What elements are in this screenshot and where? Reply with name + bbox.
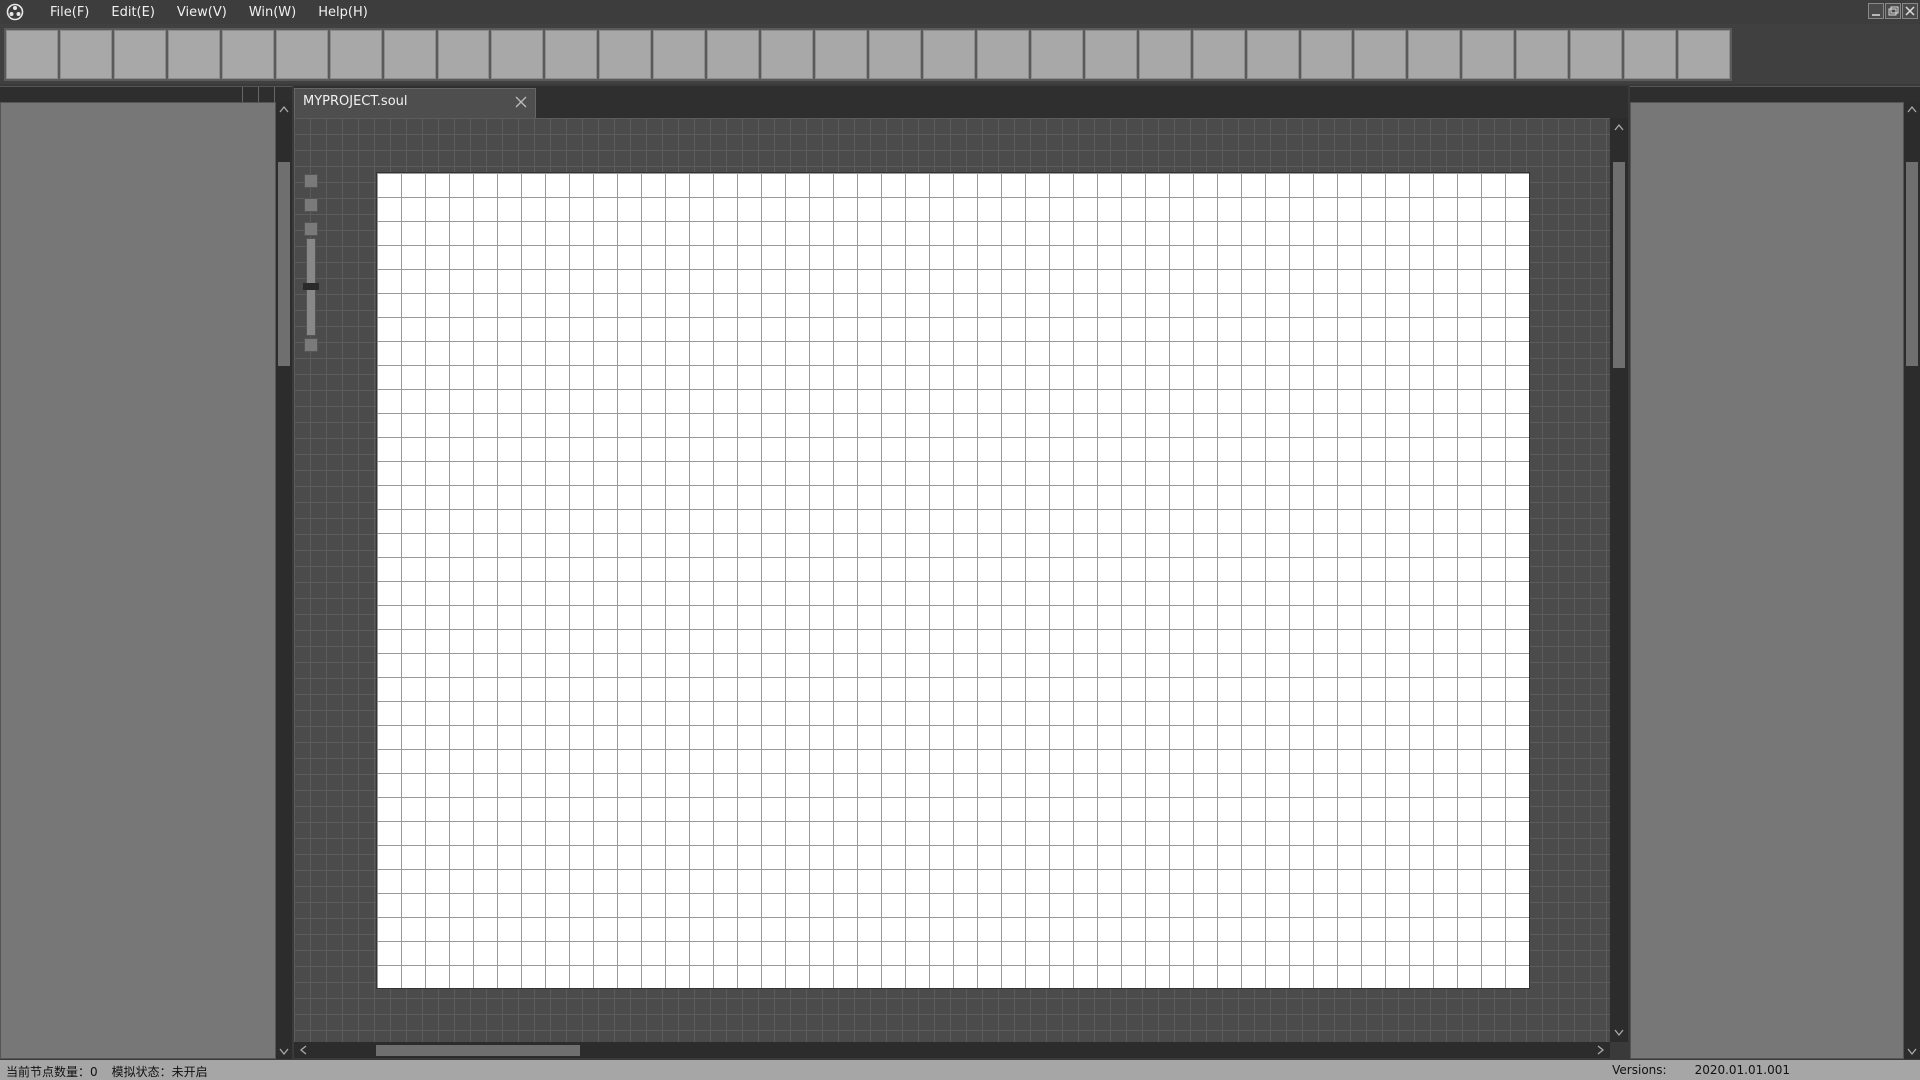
canvas-hscroll-thumb[interactable] [376, 1045, 580, 1056]
toolbar-button[interactable] [1570, 30, 1623, 79]
menu-edit[interactable]: Edit(E) [111, 5, 155, 20]
zoom-button[interactable] [304, 174, 318, 188]
close-tab-icon[interactable] [513, 94, 529, 110]
zoom-in-button[interactable] [304, 222, 318, 236]
toolbar-button[interactable] [59, 30, 112, 79]
minimize-icon[interactable] [1868, 3, 1884, 19]
toolbar-button[interactable] [383, 30, 436, 79]
main-menu: File(F) Edit(E) View(V) Win(W) Help(H) [50, 0, 390, 24]
chevron-up-icon[interactable] [1904, 102, 1920, 116]
status-bar: 当前节点数量：0 模拟状态：未开启 Versions: 2020.01.01.0… [0, 1060, 1920, 1080]
toolbar-button[interactable] [707, 30, 760, 79]
toolbar-button[interactable] [976, 30, 1029, 79]
toolbar-button[interactable] [761, 30, 814, 79]
toolbar-button[interactable] [167, 30, 220, 79]
menu-win[interactable]: Win(W) [249, 5, 296, 20]
toolbar-button[interactable] [221, 30, 274, 79]
chevron-down-icon[interactable] [276, 1045, 292, 1059]
zoom-out-button[interactable] [304, 338, 318, 352]
toolbar-button[interactable] [437, 30, 490, 79]
versions-value: 2020.01.01.001 [1694, 1063, 1790, 1077]
chevron-up-icon[interactable] [276, 102, 292, 116]
right-scroll-thumb[interactable] [1906, 162, 1918, 366]
close-icon[interactable] [1902, 3, 1918, 19]
chevron-down-icon[interactable] [1904, 1045, 1920, 1059]
simulation-status: 模拟状态：未开启 [111, 1065, 208, 1079]
right-panel-header [1630, 86, 1920, 103]
restore-icon[interactable] [1885, 3, 1901, 19]
canvas-horizontal-scrollbar[interactable] [294, 1042, 1610, 1058]
toolbar-button[interactable] [1138, 30, 1191, 79]
toolbar-button[interactable] [1030, 30, 1083, 79]
toolbar-button[interactable] [1678, 30, 1730, 79]
toolbar-button[interactable] [275, 30, 328, 79]
tab-document[interactable]: MYPROJECT.soul [294, 88, 536, 118]
toolbar-button[interactable] [599, 30, 652, 79]
toolbar-button[interactable] [113, 30, 166, 79]
node-count-status: 当前节点数量：0 [6, 1065, 98, 1079]
toolbar-button[interactable] [491, 30, 544, 79]
window-controls [1868, 3, 1918, 19]
toolbar-button[interactable] [869, 30, 921, 79]
left-panel-header [0, 86, 292, 103]
header-divider [258, 87, 259, 103]
right-panel [1630, 102, 1904, 1059]
toolbar-button[interactable] [815, 30, 867, 79]
toolbar-button[interactable] [1408, 30, 1461, 79]
toolbar-button[interactable] [1084, 30, 1137, 79]
toolbar-button[interactable] [545, 30, 598, 79]
toolbar-button[interactable] [1624, 30, 1677, 79]
status-left-group: 当前节点数量：0 模拟状态：未开启 [6, 1063, 208, 1080]
menu-view[interactable]: View(V) [177, 5, 227, 20]
chevron-down-icon[interactable] [1611, 1026, 1627, 1040]
canvas-page[interactable] [376, 172, 1530, 989]
menu-help[interactable]: Help(H) [318, 5, 368, 20]
toolbar-button[interactable] [6, 30, 58, 79]
canvas-vscroll-thumb[interactable] [1613, 162, 1625, 368]
toolbar-button[interactable] [1462, 30, 1515, 79]
toolbar-button[interactable] [922, 30, 975, 79]
toolbar-button[interactable] [1246, 30, 1299, 79]
header-divider [242, 87, 243, 103]
tab-document-label: MYPROJECT.soul [303, 94, 408, 109]
left-scroll-thumb[interactable] [278, 162, 290, 366]
toolbar-button[interactable] [1300, 30, 1353, 79]
toolbar-button[interactable] [1192, 30, 1245, 79]
chevron-left-icon[interactable] [296, 1043, 310, 1057]
left-panel [0, 102, 276, 1059]
toolbar-button[interactable] [329, 30, 382, 79]
menu-file[interactable]: File(F) [50, 5, 89, 20]
toolbar-button[interactable] [1354, 30, 1407, 79]
header-divider [274, 87, 275, 103]
chevron-up-icon[interactable] [1611, 120, 1627, 134]
app-logo-icon [6, 3, 24, 21]
left-panel-scrollbar[interactable] [276, 102, 292, 1059]
status-right-group: Versions: 2020.01.01.001 [1612, 1063, 1790, 1077]
right-panel-scrollbar[interactable] [1904, 102, 1920, 1059]
zoom-slider-handle[interactable] [303, 283, 319, 290]
canvas-vertical-scrollbar[interactable] [1610, 118, 1628, 1042]
toolbar-button[interactable] [653, 30, 706, 79]
toolbar-buttons [4, 28, 1732, 81]
toolbar-button[interactable] [1516, 30, 1569, 79]
versions-label: Versions: [1612, 1063, 1667, 1077]
zoom-button[interactable] [304, 198, 318, 212]
chevron-right-icon[interactable] [1594, 1043, 1608, 1057]
